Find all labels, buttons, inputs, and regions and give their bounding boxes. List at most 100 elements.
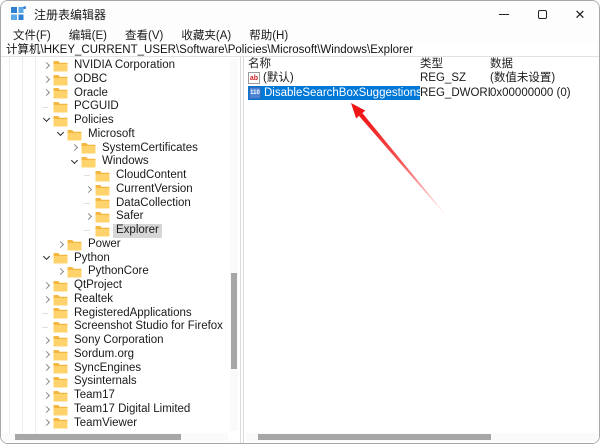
tree-item-label[interactable]: Explorer bbox=[113, 224, 162, 238]
tree-item[interactable]: RegisteredApplications bbox=[1, 307, 228, 321]
tree-item-label[interactable]: CurrentVersion bbox=[113, 183, 196, 197]
value-name[interactable]: DisableSearchBoxSuggestions bbox=[264, 86, 420, 101]
tree-item-label[interactable]: SyncEngines bbox=[71, 362, 144, 376]
address-bar[interactable]: 计算机\HKEY_CURRENT_USER\Software\Policies\… bbox=[1, 42, 599, 57]
tree-item[interactable]: PCGUID bbox=[1, 100, 228, 114]
tree-item-label[interactable]: Policies bbox=[71, 114, 117, 128]
column-header-type[interactable]: 类型 bbox=[420, 57, 490, 71]
tree-item[interactable]: Team17 Digital Limited bbox=[1, 403, 228, 417]
tree-item-label[interactable]: ODBC bbox=[71, 73, 110, 87]
tree-item-label[interactable]: Power bbox=[85, 238, 124, 252]
leaf-dash-icon[interactable] bbox=[41, 308, 52, 319]
tree-item-label[interactable]: TeamViewer bbox=[71, 417, 140, 431]
tree-horizontal-scrollbar[interactable] bbox=[3, 433, 228, 441]
tree-item[interactable]: Sysinternals bbox=[1, 375, 228, 389]
tree-item-label[interactable]: Safer bbox=[113, 210, 147, 224]
tree-item-label[interactable]: PCGUID bbox=[71, 100, 122, 114]
chevron-right-icon[interactable] bbox=[83, 212, 94, 223]
chevron-right-icon[interactable] bbox=[83, 184, 94, 195]
tree-item[interactable]: Oracle bbox=[1, 87, 228, 101]
tree-item-label[interactable]: Realtek bbox=[71, 293, 116, 307]
list-horizontal-scrollbar-thumb[interactable] bbox=[258, 434, 491, 440]
tree-item-label[interactable]: CloudContent bbox=[113, 169, 189, 183]
column-header-name[interactable]: 名称 bbox=[248, 57, 420, 71]
selected-value-highlight[interactable]: 110DisableSearchBoxSuggestions bbox=[248, 86, 420, 101]
chevron-right-icon[interactable] bbox=[41, 377, 52, 388]
menu-view[interactable]: 查看(V) bbox=[116, 27, 172, 43]
maximize-button[interactable] bbox=[523, 1, 561, 27]
tree-item[interactable]: TeamViewer bbox=[1, 417, 228, 431]
tree-item[interactable]: Safer bbox=[1, 210, 228, 224]
chevron-right-icon[interactable] bbox=[41, 404, 52, 415]
tree-item[interactable]: CloudContent bbox=[1, 169, 228, 183]
tree-item[interactable]: Realtek bbox=[1, 293, 228, 307]
tree-item[interactable]: SystemCertificates bbox=[1, 142, 228, 156]
tree-item-label[interactable]: Sordum.org bbox=[71, 348, 137, 362]
value-row[interactable]: 110DisableSearchBoxSuggestionsREG_DWORD0… bbox=[244, 86, 599, 101]
tree-item-label[interactable]: Sony Corporation bbox=[71, 334, 167, 348]
chevron-right-icon[interactable] bbox=[41, 294, 52, 305]
leaf-dash-icon[interactable] bbox=[83, 198, 94, 209]
chevron-right-icon[interactable] bbox=[41, 60, 52, 71]
tree-item[interactable]: Policies bbox=[1, 114, 228, 128]
tree-item[interactable]: CurrentVersion bbox=[1, 183, 228, 197]
menu-help[interactable]: 帮助(H) bbox=[240, 27, 297, 43]
tree-horizontal-scrollbar-thumb[interactable] bbox=[15, 434, 181, 440]
list-horizontal-scrollbar[interactable] bbox=[246, 433, 597, 441]
tree-item[interactable]: SyncEngines bbox=[1, 362, 228, 376]
chevron-right-icon[interactable] bbox=[41, 74, 52, 85]
tree-item-label[interactable]: Screenshot Studio for Firefox bbox=[71, 320, 226, 334]
tree-item-label[interactable]: QtProject bbox=[71, 279, 125, 293]
tree-item-label[interactable]: Sysinternals bbox=[71, 375, 140, 389]
chevron-right-icon[interactable] bbox=[55, 267, 66, 278]
tree-item[interactable]: Python bbox=[1, 252, 228, 266]
chevron-right-icon[interactable] bbox=[41, 349, 52, 360]
tree-item[interactable]: ODBC bbox=[1, 73, 228, 87]
tree-item-label[interactable]: Microsoft bbox=[85, 128, 138, 142]
close-button[interactable]: ✕ bbox=[561, 1, 599, 27]
chevron-right-icon[interactable] bbox=[41, 363, 52, 374]
tree-item[interactable]: Explorer bbox=[1, 224, 228, 238]
tree-item[interactable]: PythonCore bbox=[1, 265, 228, 279]
chevron-down-icon[interactable] bbox=[41, 115, 52, 126]
menu-edit[interactable]: 编辑(E) bbox=[60, 27, 116, 43]
menu-favorites[interactable]: 收藏夹(A) bbox=[172, 27, 240, 43]
tree-item-label[interactable]: Oracle bbox=[71, 87, 111, 101]
leaf-dash-icon[interactable] bbox=[83, 225, 94, 236]
tree-item-label[interactable]: DataCollection bbox=[113, 197, 194, 211]
chevron-right-icon[interactable] bbox=[41, 390, 52, 401]
tree-item-label[interactable]: Windows bbox=[99, 155, 152, 169]
chevron-right-icon[interactable] bbox=[55, 239, 66, 250]
tree-item[interactable]: Sony Corporation bbox=[1, 334, 228, 348]
tree-item-label[interactable]: Team17 bbox=[71, 389, 118, 403]
leaf-dash-icon[interactable] bbox=[83, 170, 94, 181]
chevron-right-icon[interactable] bbox=[41, 88, 52, 99]
tree-item[interactable]: Windows bbox=[1, 155, 228, 169]
tree-item-label[interactable]: SystemCertificates bbox=[99, 142, 201, 156]
tree-item[interactable]: NVIDIA Corporation bbox=[1, 59, 228, 73]
tree-item-label[interactable]: NVIDIA Corporation bbox=[71, 59, 178, 73]
value-row[interactable]: ab(默认)REG_SZ(数值未设置) bbox=[244, 71, 599, 86]
tree-item[interactable]: DataCollection bbox=[1, 197, 228, 211]
tree-item-label[interactable]: Team17 Digital Limited bbox=[71, 403, 193, 417]
tree-item-label[interactable]: PythonCore bbox=[85, 265, 152, 279]
tree-item-label[interactable]: Python bbox=[71, 252, 113, 266]
leaf-dash-icon[interactable] bbox=[41, 102, 52, 113]
chevron-right-icon[interactable] bbox=[69, 143, 80, 154]
minimize-button[interactable] bbox=[485, 1, 523, 27]
tree-item-label[interactable]: RegisteredApplications bbox=[71, 307, 195, 321]
tree-item[interactable]: Power bbox=[1, 238, 228, 252]
chevron-down-icon[interactable] bbox=[69, 157, 80, 168]
value-name[interactable]: (默认) bbox=[263, 71, 294, 86]
chevron-right-icon[interactable] bbox=[41, 280, 52, 291]
chevron-right-icon[interactable] bbox=[41, 418, 52, 429]
leaf-dash-icon[interactable] bbox=[41, 322, 52, 333]
column-header-data[interactable]: 数据 bbox=[490, 57, 599, 71]
chevron-down-icon[interactable] bbox=[55, 129, 66, 140]
tree-item[interactable]: QtProject bbox=[1, 279, 228, 293]
chevron-right-icon[interactable] bbox=[41, 335, 52, 346]
tree-item[interactable]: Sordum.org bbox=[1, 348, 228, 362]
tree-vertical-scrollbar[interactable] bbox=[230, 59, 238, 431]
menu-file[interactable]: 文件(F) bbox=[4, 27, 60, 43]
tree-item[interactable]: Microsoft bbox=[1, 128, 228, 142]
